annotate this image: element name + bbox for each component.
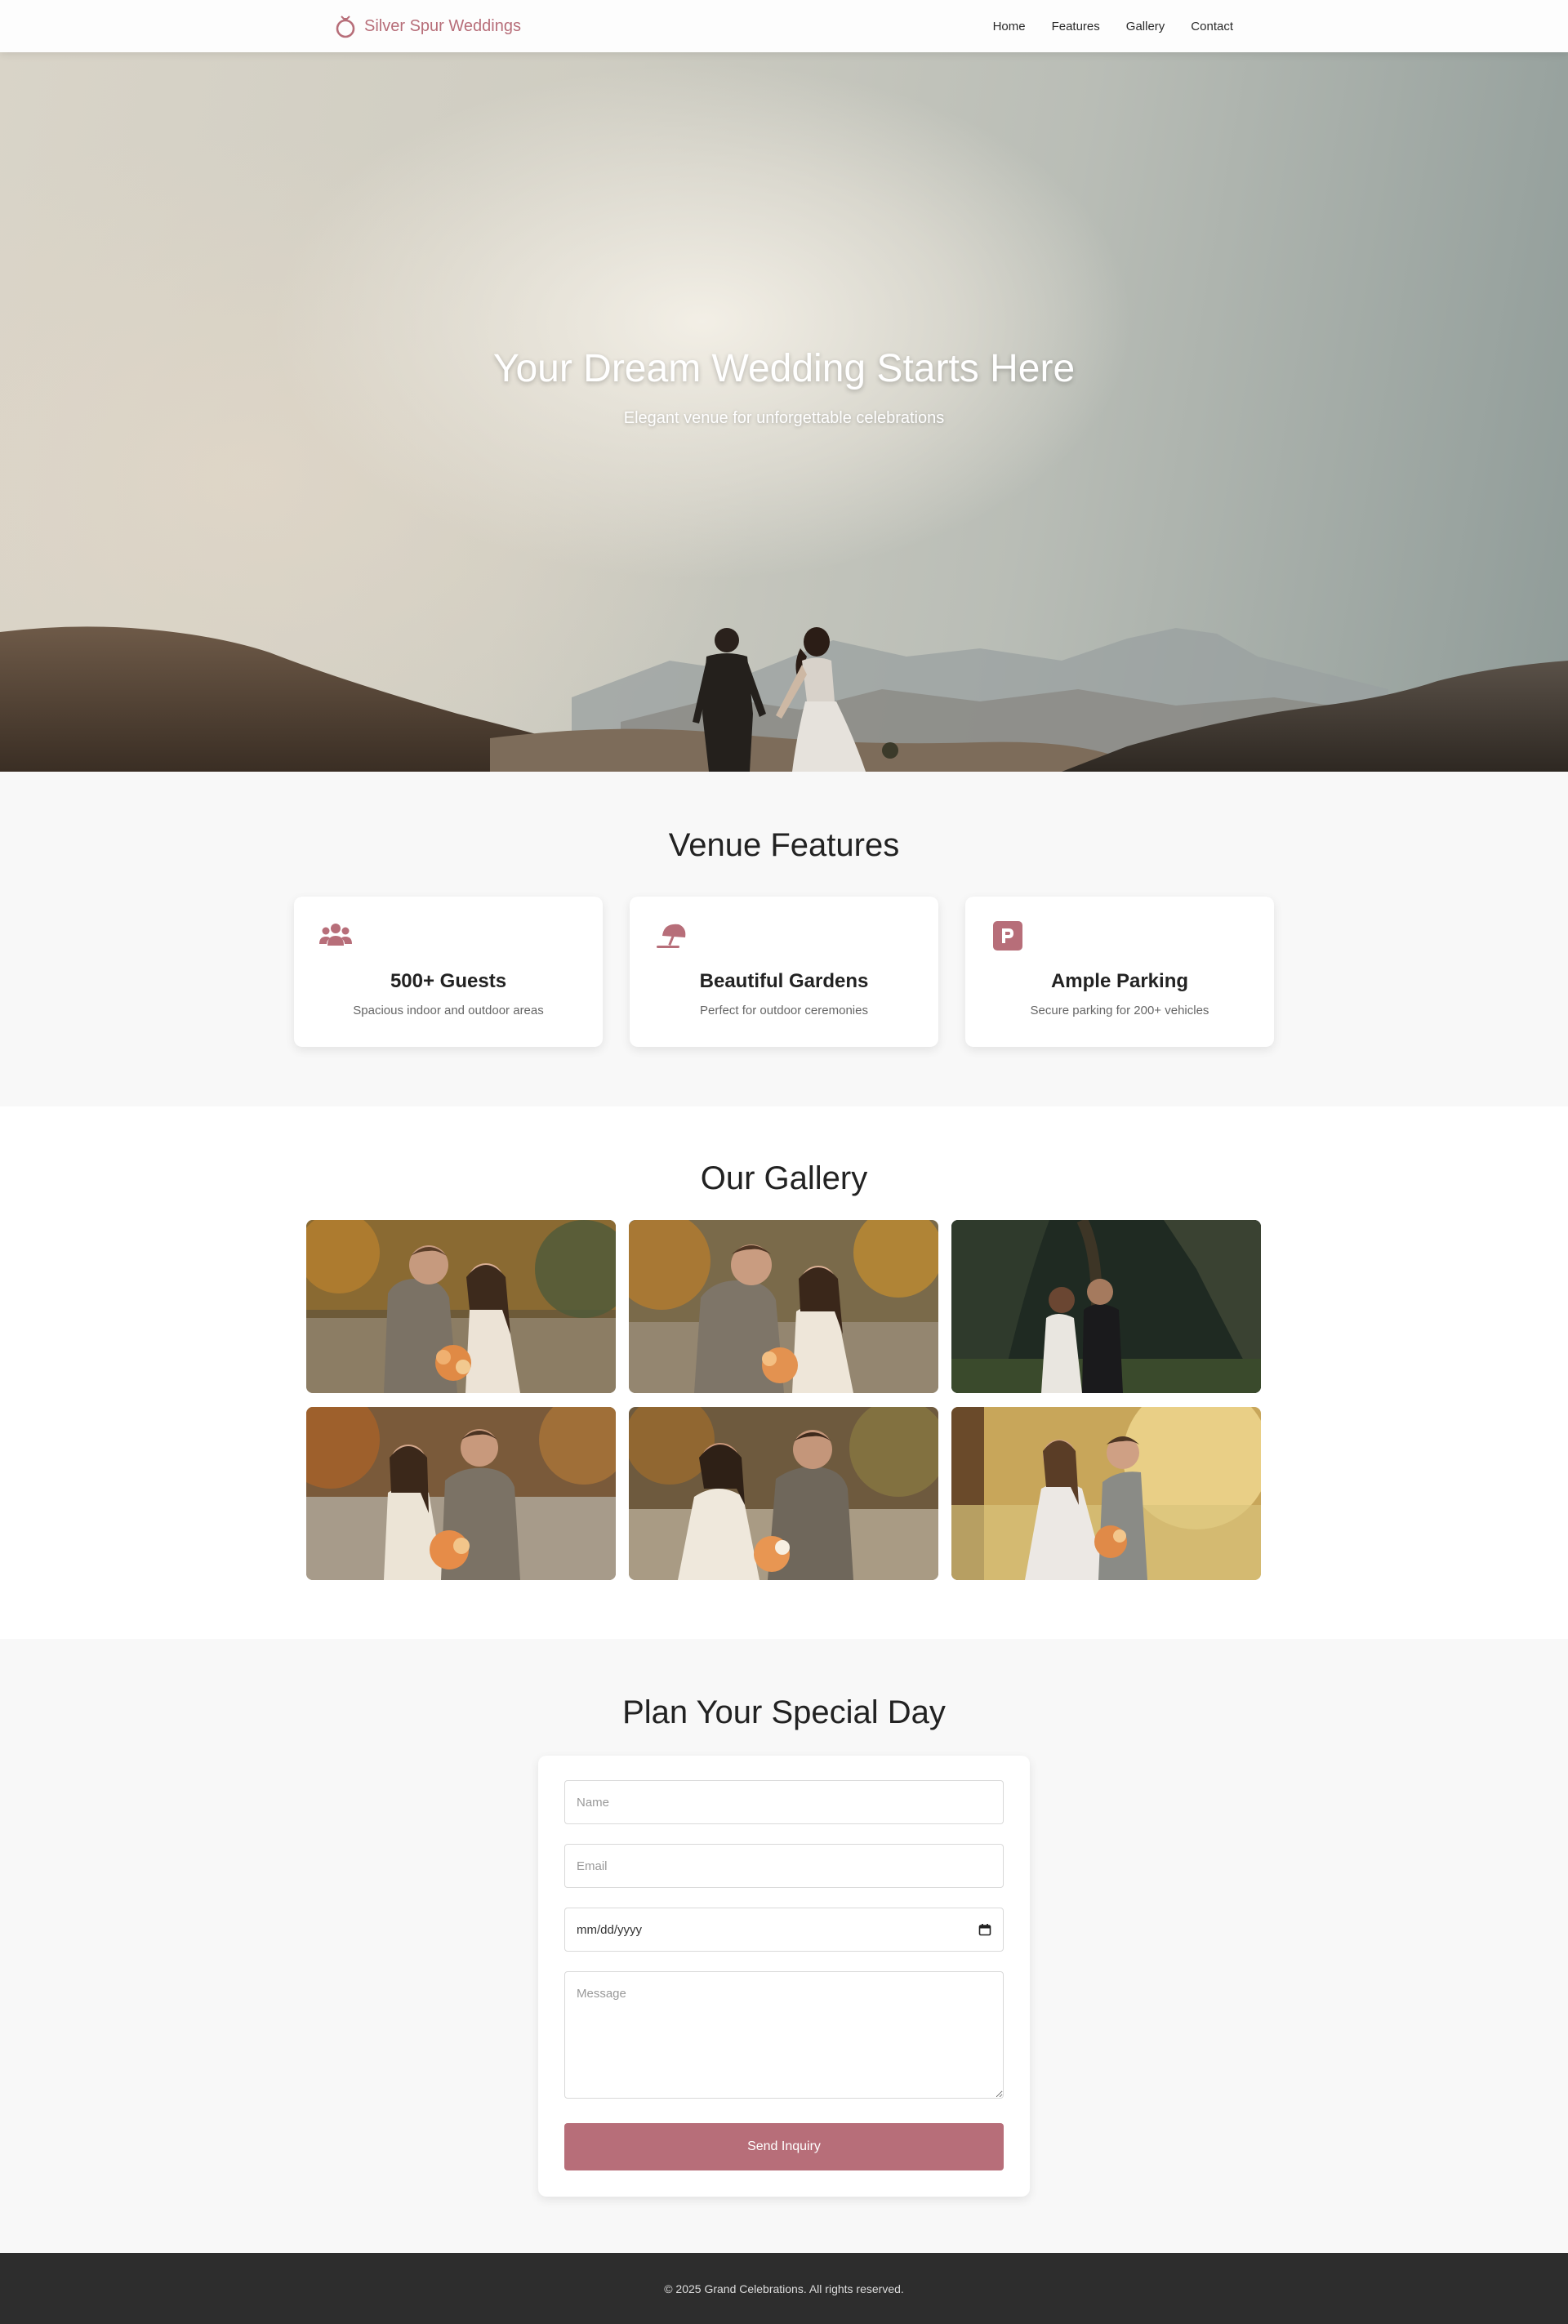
- hero-subtitle: Elegant venue for unforgettable celebrat…: [623, 409, 945, 427]
- umbrella-beach-icon: [657, 924, 686, 948]
- brand-logo-link[interactable]: Silver Spur Weddings: [335, 14, 521, 38]
- gallery-section: Our Gallery: [0, 1106, 1568, 1639]
- calendar-icon[interactable]: [978, 1923, 991, 1936]
- nav-link-contact[interactable]: Contact: [1191, 20, 1233, 33]
- date-input-value: mm/dd/yyyy: [577, 1922, 643, 1937]
- inquiry-form: mm/dd/yyyy Send Inquiry: [538, 1756, 1030, 2197]
- navbar-inner: Silver Spur Weddings Home Features Galle…: [318, 0, 1250, 52]
- footer-copyright: © 2025 Grand Celebrations. All rights re…: [664, 2282, 904, 2295]
- feature-description: Secure parking for 200+ vehicles: [1030, 1004, 1209, 1017]
- email-input[interactable]: [564, 1844, 1004, 1888]
- nav-link-gallery[interactable]: Gallery: [1126, 20, 1165, 33]
- gallery-image: [629, 1220, 938, 1393]
- navbar: Silver Spur Weddings Home Features Galle…: [0, 0, 1568, 52]
- feature-card-parking: Ample Parking Secure parking for 200+ ve…: [965, 897, 1274, 1047]
- gallery-image: [306, 1407, 616, 1580]
- gallery-title: Our Gallery: [700, 1160, 868, 1196]
- feature-grid: 500+ Guests Spacious indoor and outdoor …: [294, 897, 1274, 1047]
- nav-links: Home Features Gallery Contact: [993, 20, 1233, 33]
- gallery-photo[interactable]: [629, 1220, 938, 1393]
- name-input[interactable]: [564, 1780, 1004, 1824]
- gallery-image: [629, 1407, 938, 1580]
- hero-text: Your Dream Wedding Starts Here Elegant v…: [0, 346, 1568, 428]
- contact-title: Plan Your Special Day: [622, 1694, 946, 1730]
- feature-title: 500+ Guests: [390, 970, 507, 992]
- gallery-image: [951, 1220, 1261, 1393]
- features-section: Venue Features 500+ Guests Spacious indo…: [0, 772, 1568, 1106]
- nav-link-home[interactable]: Home: [993, 20, 1026, 33]
- gallery-grid: [306, 1220, 1262, 1580]
- hero-title: Your Dream Wedding Starts Here: [492, 347, 1076, 390]
- ring-icon: [336, 16, 355, 38]
- nav-link-features[interactable]: Features: [1052, 20, 1100, 33]
- feature-title: Beautiful Gardens: [699, 970, 869, 992]
- feature-card-gardens: Beautiful Gardens Perfect for outdoor ce…: [630, 897, 938, 1047]
- feature-title: Ample Parking: [1050, 970, 1189, 992]
- gallery-image: [951, 1407, 1261, 1580]
- feature-card-guests: 500+ Guests Spacious indoor and outdoor …: [294, 897, 603, 1047]
- gallery-photo[interactable]: [951, 1220, 1261, 1393]
- footer: © 2025 Grand Celebrations. All rights re…: [0, 2253, 1568, 2324]
- gallery-image: [306, 1220, 616, 1393]
- users-icon: [319, 924, 352, 946]
- gallery-photo[interactable]: [306, 1407, 616, 1580]
- send-inquiry-button[interactable]: Send Inquiry: [564, 2123, 1004, 2170]
- contact-section: Plan Your Special Day mm/dd/yyyy Send In…: [0, 1639, 1568, 2253]
- brand-name: Silver Spur Weddings: [364, 16, 521, 35]
- feature-description: Perfect for outdoor ceremonies: [700, 1004, 868, 1017]
- gallery-photo[interactable]: [306, 1220, 616, 1393]
- features-title: Venue Features: [668, 827, 900, 863]
- date-input[interactable]: mm/dd/yyyy: [564, 1908, 1004, 1952]
- feature-description: Spacious indoor and outdoor areas: [353, 1004, 544, 1017]
- parking-icon: [993, 921, 1022, 951]
- gallery-photo[interactable]: [629, 1407, 938, 1580]
- hero-section: Your Dream Wedding Starts Here Elegant v…: [0, 52, 1568, 772]
- message-textarea[interactable]: [564, 1971, 1004, 2099]
- gallery-photo[interactable]: [951, 1407, 1261, 1580]
